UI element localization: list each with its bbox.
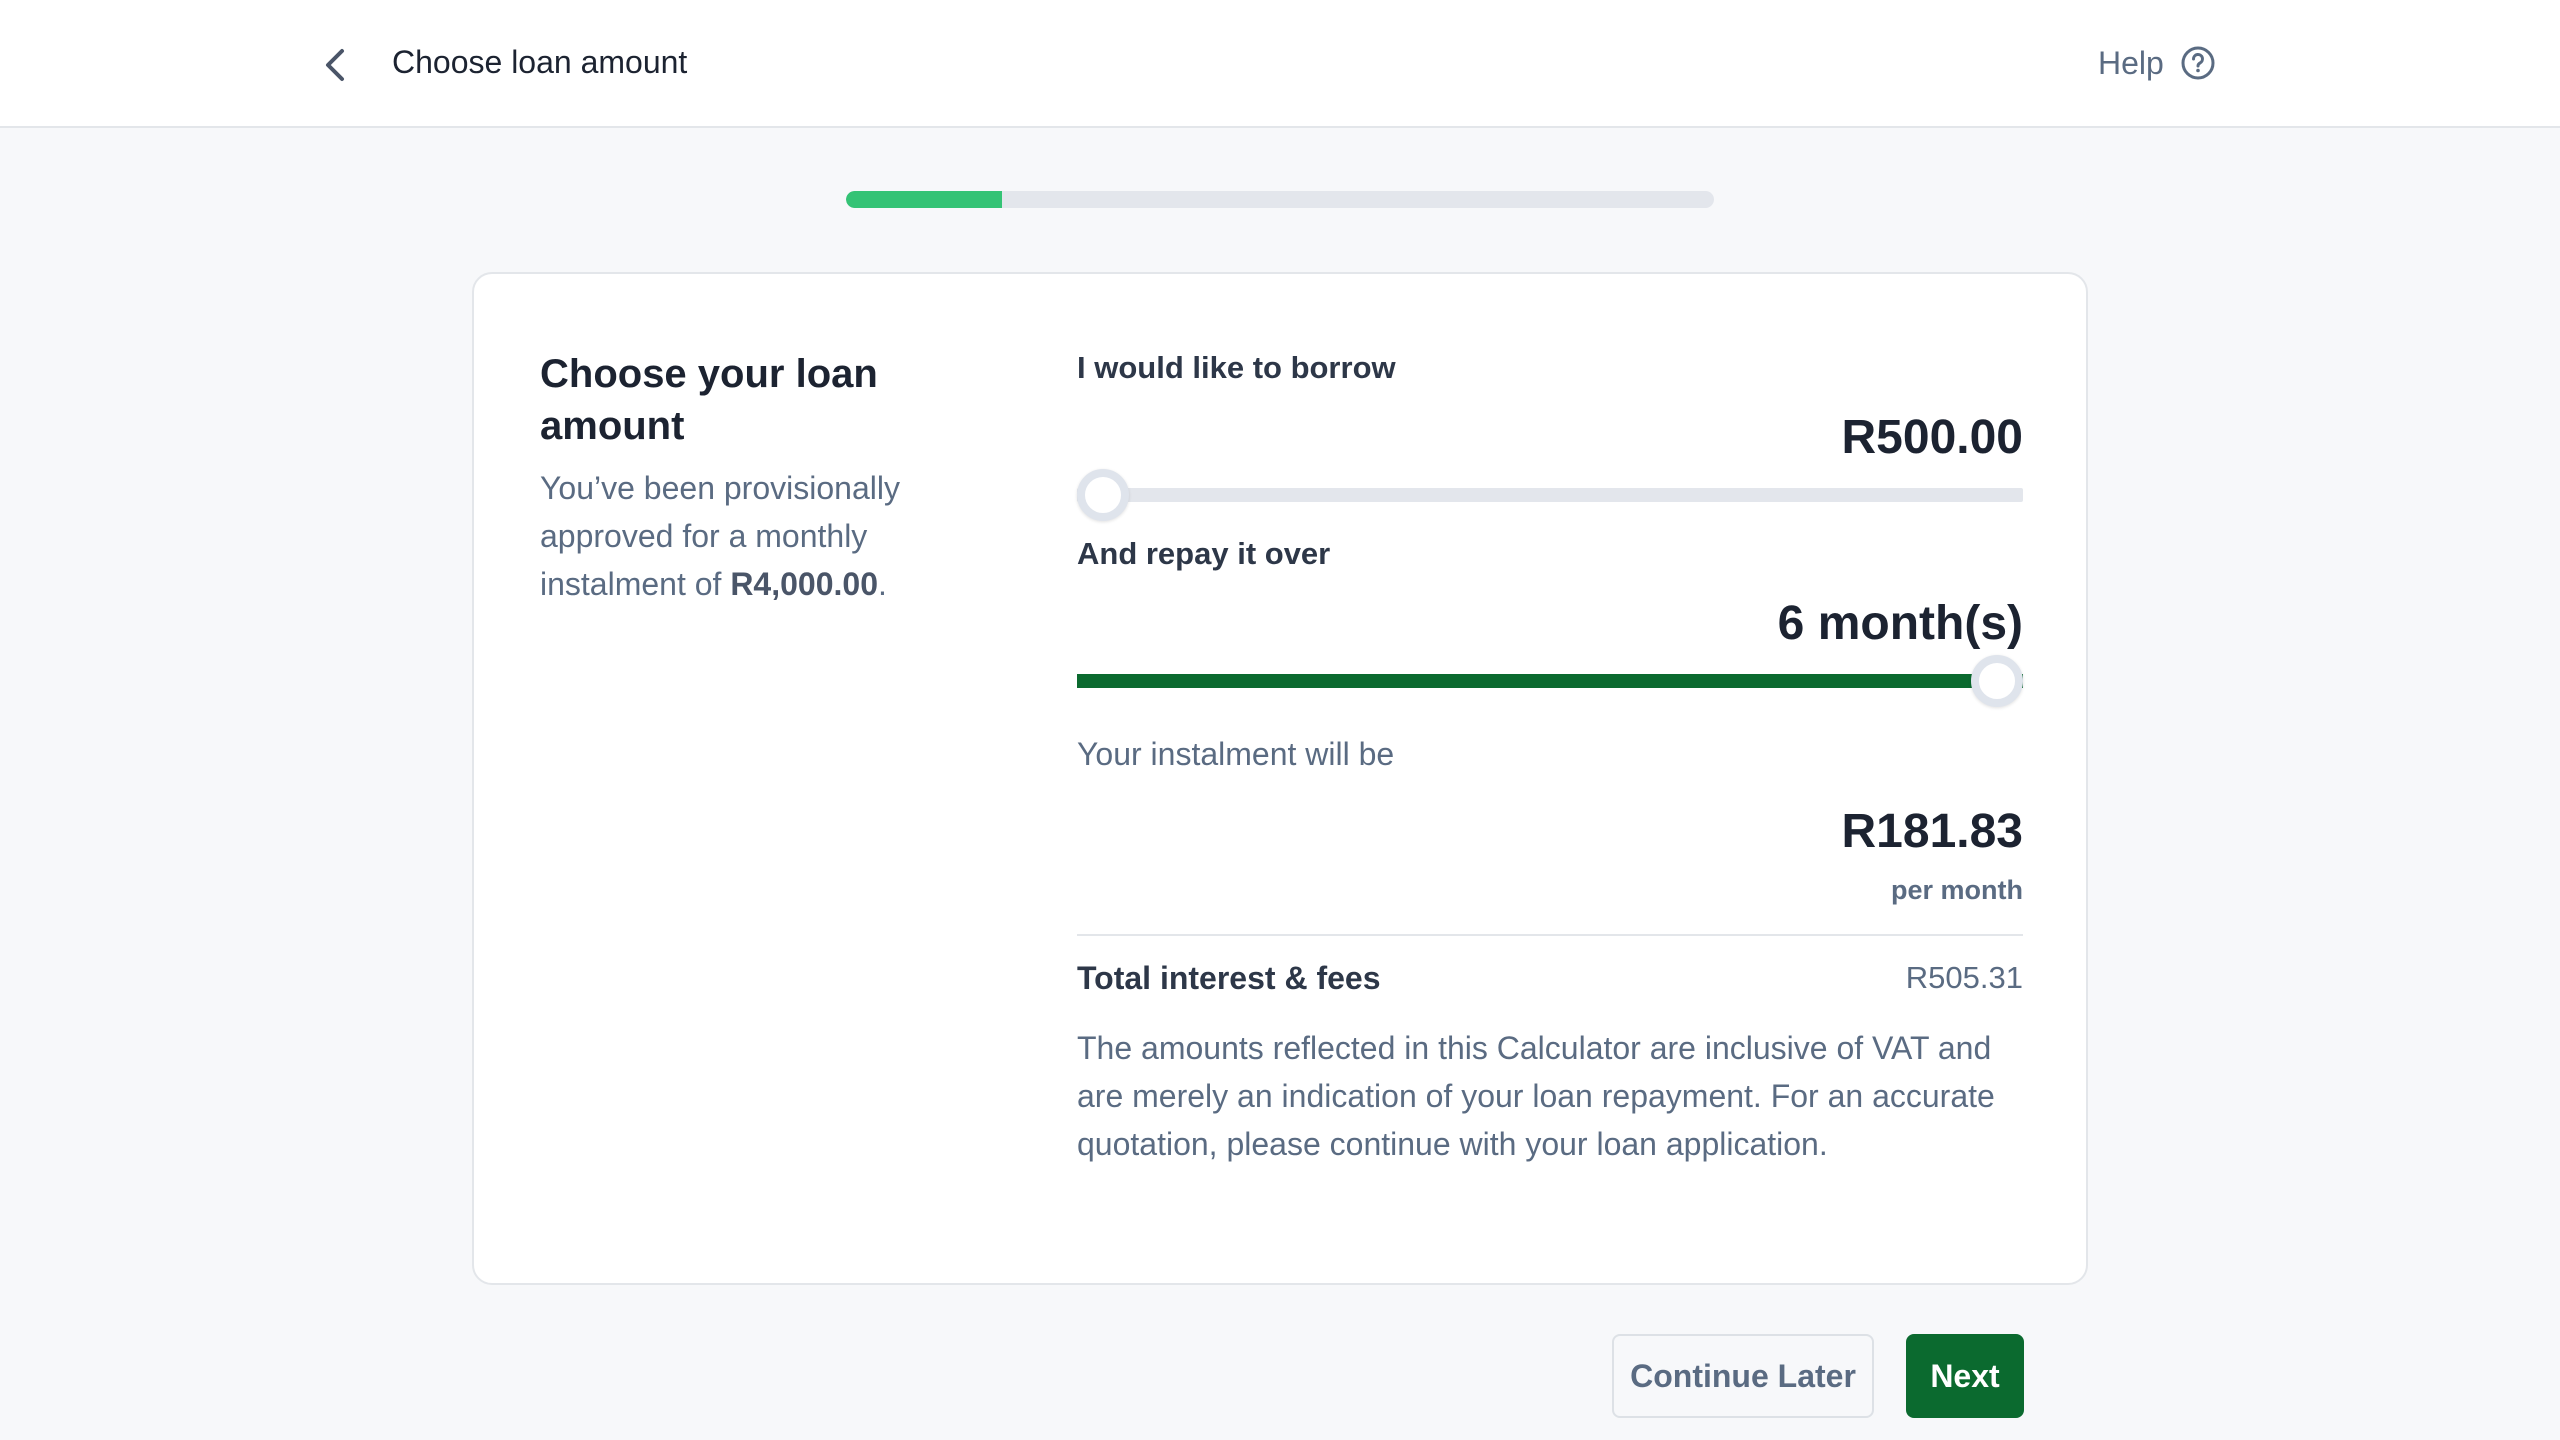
per-month-label: per month <box>1891 875 2023 905</box>
next-button[interactable]: Next <box>1906 1334 2024 1418</box>
loan-calculator-card: Choose your loan amount You’ve been prov… <box>472 272 2088 1285</box>
divider <box>1077 934 2023 936</box>
approved-amount: R4,000.00 <box>730 566 878 602</box>
step-progress-bar <box>846 191 1714 208</box>
calculator-section: I would like to borrow R500.00 And repay… <box>1077 348 2023 1168</box>
step-progress-fill <box>846 191 1003 208</box>
repay-label: And repay it over <box>1077 536 1331 571</box>
borrow-amount: R500.00 <box>1841 411 2023 464</box>
slider-thumb[interactable] <box>1971 655 2023 707</box>
instalment-label: Your instalment will be <box>1077 736 1395 772</box>
page-title: Choose loan amount <box>392 44 688 80</box>
help-link[interactable]: Help <box>2098 38 2216 88</box>
top-bar: Choose loan amount Help <box>0 0 2560 128</box>
slider-fill <box>1077 674 2023 688</box>
disclaimer-text: The amounts reflected in this Calculator… <box>1077 1030 1995 1162</box>
fees-label: Total interest & fees <box>1077 959 1381 996</box>
section-title: Choose your loan amount <box>540 352 878 448</box>
instalment-amount: R181.83 <box>1841 805 2023 858</box>
repay-term-slider[interactable] <box>1077 655 2023 707</box>
borrow-amount-slider[interactable] <box>1077 469 2023 521</box>
approval-description-end: . <box>877 566 887 602</box>
help-label: Help <box>2098 44 2164 81</box>
fees-amount: R505.31 <box>1905 960 2023 995</box>
fees-row: Total interest & fees R505.31 <box>1077 956 2023 1000</box>
approval-text: You’ve been provisionally approved for a… <box>540 464 1010 608</box>
chevron-left-icon <box>326 49 344 81</box>
slider-track <box>1077 488 2023 502</box>
back-button[interactable] <box>310 40 360 90</box>
slider-thumb[interactable] <box>1077 469 1129 521</box>
repay-term: 6 month(s) <box>1777 597 2023 650</box>
continue-later-button[interactable]: Continue Later <box>1612 1334 1874 1418</box>
intro-section: Choose your loan amount You’ve been prov… <box>540 348 1010 608</box>
borrow-label: I would like to borrow <box>1077 350 1396 385</box>
question-circle-icon <box>2180 45 2216 81</box>
